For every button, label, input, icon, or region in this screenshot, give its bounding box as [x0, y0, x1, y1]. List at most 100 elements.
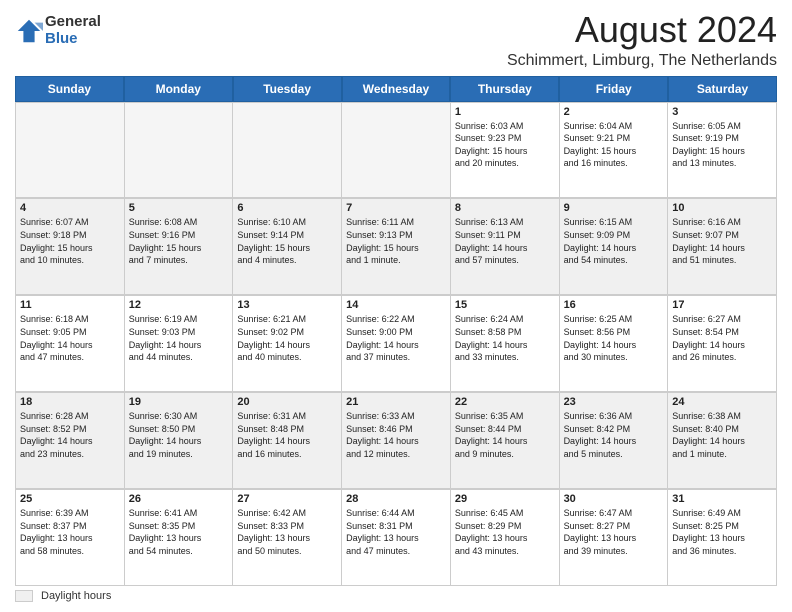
day-number: 26	[129, 493, 229, 505]
cal-cell: 31 Sunrise: 6:49 AM Sunset: 8:25 PM Dayli…	[668, 489, 777, 586]
cal-header-cell: Saturday	[668, 76, 777, 102]
cal-cell: 17 Sunrise: 6:27 AM Sunset: 8:54 PM Dayli…	[668, 295, 777, 392]
day-info: Sunrise: 6:42 AM Sunset: 8:33 PM Dayligh…	[237, 507, 337, 557]
day-number: 4	[20, 202, 120, 214]
day-number: 17	[672, 299, 772, 311]
cal-row: 11Sunrise: 6:18 AM Sunset: 9:05 PM Dayli…	[15, 295, 777, 392]
cal-cell: 4 Sunrise: 6:07 AM Sunset: 9:18 PM Daylig…	[16, 198, 125, 295]
day-info: Sunrise: 6:36 AM Sunset: 8:42 PM Dayligh…	[564, 410, 664, 460]
cal-header-cell: Friday	[559, 76, 668, 102]
day-info: Sunrise: 6:28 AM Sunset: 8:52 PM Dayligh…	[20, 410, 120, 460]
cal-cell: 14Sunrise: 6:22 AM Sunset: 9:00 PM Dayli…	[342, 295, 451, 392]
day-number: 27	[237, 493, 337, 505]
day-number: 7	[346, 202, 446, 214]
day-number: 18	[20, 396, 120, 408]
cal-cell: 5 Sunrise: 6:08 AM Sunset: 9:16 PM Daylig…	[125, 198, 234, 295]
cal-cell: 18 Sunrise: 6:28 AM Sunset: 8:52 PM Dayli…	[16, 392, 125, 489]
cal-cell: 28 Sunrise: 6:44 AM Sunset: 8:31 PM Dayli…	[342, 489, 451, 586]
cal-cell: 29Sunrise: 6:45 AM Sunset: 8:29 PM Dayli…	[451, 489, 560, 586]
month-year: August 2024	[507, 10, 777, 50]
day-number: 9	[564, 202, 664, 214]
day-number: 15	[455, 299, 555, 311]
cal-cell: 30 Sunrise: 6:47 AM Sunset: 8:27 PM Dayli…	[560, 489, 669, 586]
logo: General Blue	[15, 14, 101, 47]
cal-cell: 13Sunrise: 6:21 AM Sunset: 9:02 PM Dayli…	[233, 295, 342, 392]
cal-cell: 27 Sunrise: 6:42 AM Sunset: 8:33 PM Dayli…	[233, 489, 342, 586]
cal-cell: 19 Sunrise: 6:30 AM Sunset: 8:50 PM Dayli…	[125, 392, 234, 489]
cal-row: 4 Sunrise: 6:07 AM Sunset: 9:18 PM Daylig…	[15, 198, 777, 295]
day-number: 12	[129, 299, 229, 311]
day-number: 5	[129, 202, 229, 214]
day-number: 21	[346, 396, 446, 408]
logo-general-text: General	[45, 14, 101, 31]
cal-cell: 8Sunrise: 6:13 AM Sunset: 9:11 PM Daylig…	[451, 198, 560, 295]
cal-cell: 20 Sunrise: 6:31 AM Sunset: 8:48 PM Dayli…	[233, 392, 342, 489]
day-number: 22	[455, 396, 555, 408]
day-info: Sunrise: 6:22 AM Sunset: 9:00 PM Dayligh…	[346, 313, 446, 363]
day-info: Sunrise: 6:07 AM Sunset: 9:18 PM Dayligh…	[20, 216, 120, 266]
day-info: Sunrise: 6:04 AM Sunset: 9:21 PM Dayligh…	[564, 120, 664, 170]
day-info: Sunrise: 6:44 AM Sunset: 8:31 PM Dayligh…	[346, 507, 446, 557]
cal-cell: 22 Sunrise: 6:35 AM Sunset: 8:44 PM Dayli…	[451, 392, 560, 489]
day-info: Sunrise: 6:49 AM Sunset: 8:25 PM Dayligh…	[672, 507, 772, 557]
cal-cell: 1 Sunrise: 6:03 AM Sunset: 9:23 PM Daylig…	[451, 102, 560, 199]
cal-cell: 3 Sunrise: 6:05 AM Sunset: 9:19 PM Daylig…	[668, 102, 777, 199]
day-info: Sunrise: 6:08 AM Sunset: 9:16 PM Dayligh…	[129, 216, 229, 266]
cal-row: 18 Sunrise: 6:28 AM Sunset: 8:52 PM Dayli…	[15, 392, 777, 489]
day-number: 3	[672, 106, 772, 118]
cal-cell: 25Sunrise: 6:39 AM Sunset: 8:37 PM Dayli…	[16, 489, 125, 586]
day-number: 20	[237, 396, 337, 408]
day-info: Sunrise: 6:10 AM Sunset: 9:14 PM Dayligh…	[237, 216, 337, 266]
calendar-body: 1 Sunrise: 6:03 AM Sunset: 9:23 PM Daylig…	[15, 102, 777, 586]
day-info: Sunrise: 6:05 AM Sunset: 9:19 PM Dayligh…	[672, 120, 772, 170]
day-number: 31	[672, 493, 772, 505]
logo-blue-text: Blue	[45, 31, 101, 48]
cal-cell: 15 Sunrise: 6:24 AM Sunset: 8:58 PM Dayli…	[451, 295, 560, 392]
day-info: Sunrise: 6:16 AM Sunset: 9:07 PM Dayligh…	[672, 216, 772, 266]
cal-cell	[342, 102, 451, 199]
cal-cell: 10 Sunrise: 6:16 AM Sunset: 9:07 PM Dayli…	[668, 198, 777, 295]
cal-cell: 2 Sunrise: 6:04 AM Sunset: 9:21 PM Daylig…	[560, 102, 669, 199]
day-info: Sunrise: 6:27 AM Sunset: 8:54 PM Dayligh…	[672, 313, 772, 363]
legend-label: Daylight hours	[41, 590, 111, 602]
page: General Blue August 2024 Schimmert, Limb…	[0, 0, 792, 612]
cal-cell: 16Sunrise: 6:25 AM Sunset: 8:56 PM Dayli…	[560, 295, 669, 392]
day-info: Sunrise: 6:13 AM Sunset: 9:11 PM Dayligh…	[455, 216, 555, 266]
day-info: Sunrise: 6:47 AM Sunset: 8:27 PM Dayligh…	[564, 507, 664, 557]
cal-header-cell: Wednesday	[342, 76, 451, 102]
day-info: Sunrise: 6:15 AM Sunset: 9:09 PM Dayligh…	[564, 216, 664, 266]
day-number: 10	[672, 202, 772, 214]
cal-cell: 6 Sunrise: 6:10 AM Sunset: 9:14 PM Daylig…	[233, 198, 342, 295]
location: Schimmert, Limburg, The Netherlands	[507, 52, 777, 70]
day-info: Sunrise: 6:03 AM Sunset: 9:23 PM Dayligh…	[455, 120, 555, 170]
cal-header-cell: Thursday	[450, 76, 559, 102]
legend-box	[15, 590, 33, 602]
cal-cell: 12Sunrise: 6:19 AM Sunset: 9:03 PM Dayli…	[125, 295, 234, 392]
title-block: August 2024 Schimmert, Limburg, The Neth…	[507, 10, 777, 70]
cal-cell	[16, 102, 125, 199]
day-info: Sunrise: 6:24 AM Sunset: 8:58 PM Dayligh…	[455, 313, 555, 363]
day-number: 29	[455, 493, 555, 505]
day-number: 2	[564, 106, 664, 118]
day-info: Sunrise: 6:31 AM Sunset: 8:48 PM Dayligh…	[237, 410, 337, 460]
day-info: Sunrise: 6:38 AM Sunset: 8:40 PM Dayligh…	[672, 410, 772, 460]
cal-cell: 24 Sunrise: 6:38 AM Sunset: 8:40 PM Dayli…	[668, 392, 777, 489]
day-number: 19	[129, 396, 229, 408]
day-number: 11	[20, 299, 120, 311]
day-info: Sunrise: 6:35 AM Sunset: 8:44 PM Dayligh…	[455, 410, 555, 460]
day-number: 1	[455, 106, 555, 118]
day-info: Sunrise: 6:30 AM Sunset: 8:50 PM Dayligh…	[129, 410, 229, 460]
day-info: Sunrise: 6:21 AM Sunset: 9:02 PM Dayligh…	[237, 313, 337, 363]
logo-icon	[15, 17, 43, 45]
cal-cell	[125, 102, 234, 199]
day-number: 28	[346, 493, 446, 505]
day-number: 24	[672, 396, 772, 408]
cal-cell: 9 Sunrise: 6:15 AM Sunset: 9:09 PM Daylig…	[560, 198, 669, 295]
cal-header-cell: Monday	[124, 76, 233, 102]
day-number: 30	[564, 493, 664, 505]
legend: Daylight hours	[15, 590, 777, 602]
day-number: 6	[237, 202, 337, 214]
cal-cell: 7Sunrise: 6:11 AM Sunset: 9:13 PM Daylig…	[342, 198, 451, 295]
logo-text: General Blue	[45, 14, 101, 47]
cal-cell	[233, 102, 342, 199]
